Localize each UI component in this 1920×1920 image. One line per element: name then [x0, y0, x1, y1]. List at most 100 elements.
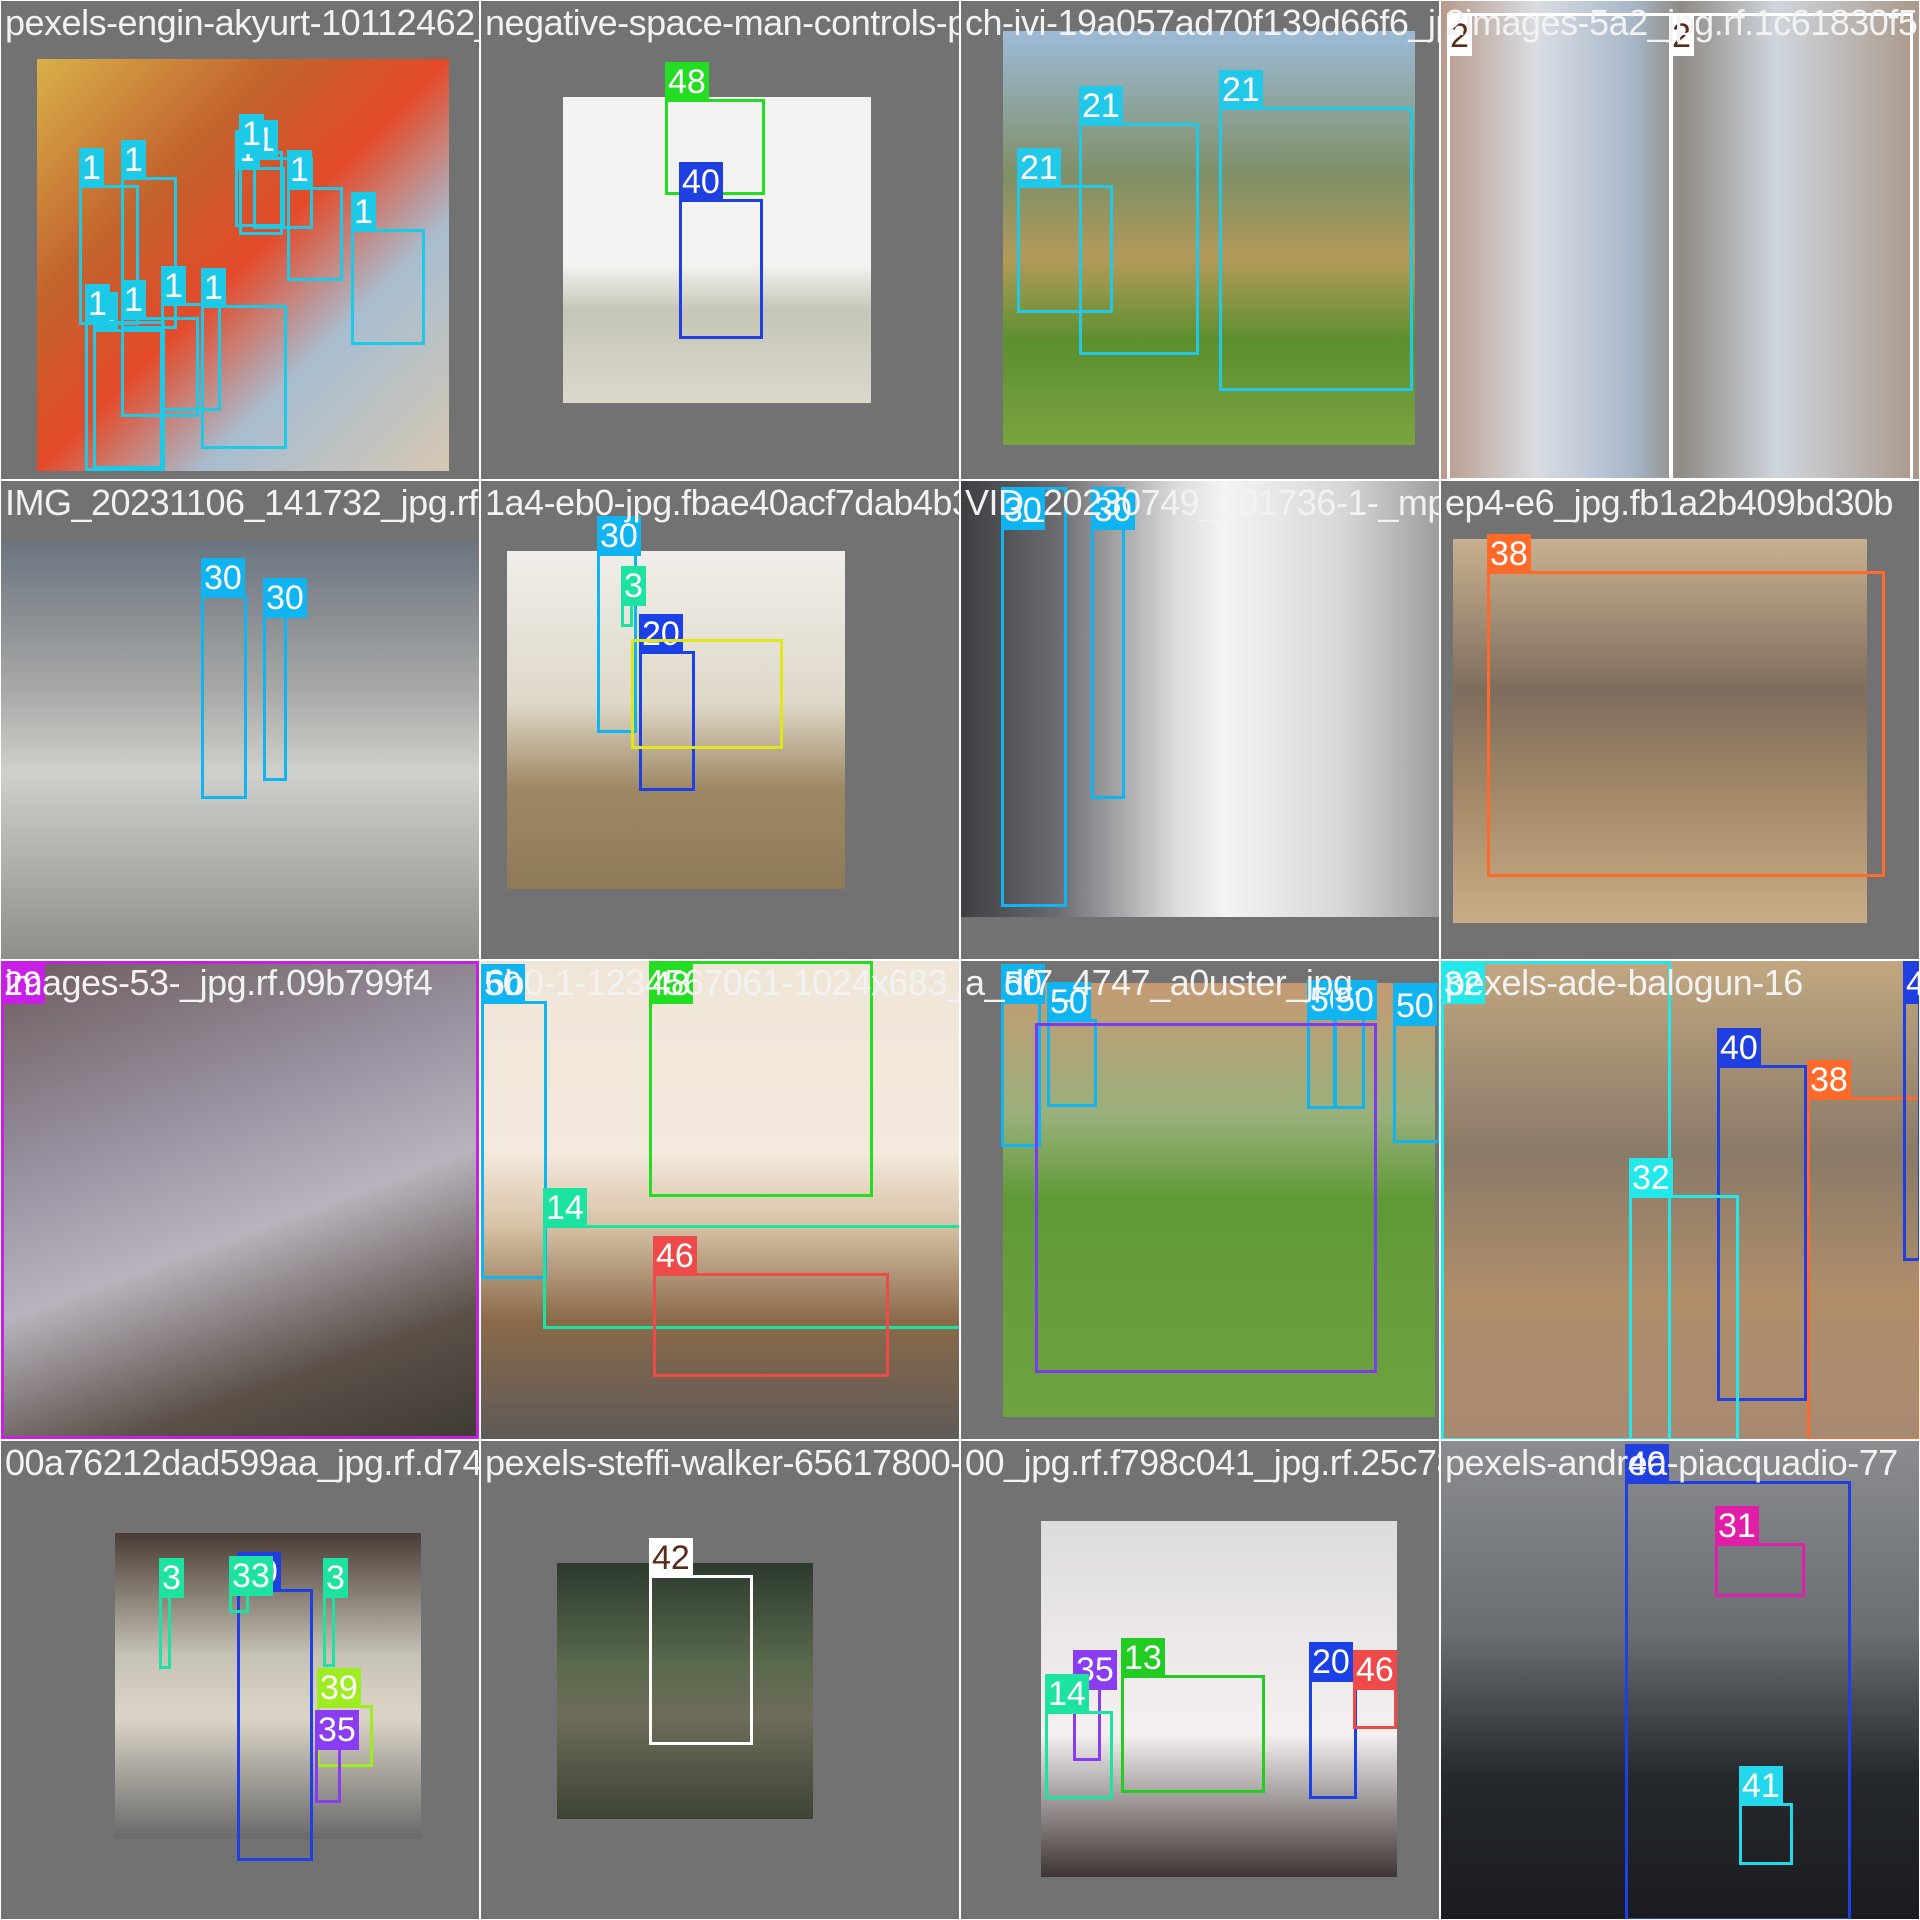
mosaic-tile: 00_jpg.rf.f798c041_jpg.rf.25c78678426535… [961, 1441, 1439, 1919]
bounding-box: 33 [229, 1556, 273, 1613]
mosaic-tile: pexels-engin-akyurt-10112462_jpg.rf.33a2… [1, 1, 479, 479]
box-class-label: 50 [1393, 986, 1437, 1026]
bounding-box: 41 [1739, 1766, 1793, 1865]
tile-filename: VID_20230749_101736-1-_mp4-186 [965, 482, 1439, 523]
box-class-label: 3 [621, 566, 646, 606]
box-class-label: 41 [1739, 1766, 1783, 1806]
box-class-label: 30 [201, 558, 245, 598]
bounding-box: 3 [159, 1558, 184, 1669]
tile-filename: 6b0-1-1234567061-1024x683_ [485, 962, 959, 1003]
bounding-box: 21 [1079, 86, 1199, 355]
box-class-label: 33 [229, 1556, 273, 1596]
box-class-label: 42 [649, 1538, 693, 1578]
box-class-label: 21 [1079, 86, 1123, 126]
bounding-box: 14 [1045, 1674, 1113, 1799]
bounding-box: 42 [649, 1538, 753, 1745]
mosaic-tile: ch-ivi-19a057ad70f139d66f6_jpg.rf.f4 21 21… [961, 1, 1439, 479]
bounding-box: 3 [323, 1558, 348, 1667]
mosaic-tile: 1a4-eb0-jpg.fbae40acf7dab4b3d3 30 3 20 [481, 481, 959, 959]
bounding-box: 30 [263, 578, 307, 781]
bounding-box: 46 [1353, 1650, 1397, 1729]
bounding-box [1035, 1023, 1377, 1373]
tile-filename: negative-space-man-controls-playing-ga [485, 2, 959, 43]
bounding-box: 38 [1487, 534, 1885, 877]
mosaic-tile: ep4-e6_jpg.fb1a2b409bd30b 38 [1441, 481, 1919, 959]
mosaic-tile: 2images-5a2_jpg.rf.1c61830f5 2 2 [1441, 1, 1919, 479]
tile-filename: ep4-e6_jpg.fb1a2b409bd30b [1445, 482, 1893, 523]
tile-filename: pexels-ade-balogun-16 [1445, 962, 1803, 1003]
box-class-label: 1 [287, 150, 312, 190]
tile-filename: 00_jpg.rf.f798c041_jpg.rf.25c786784265 [965, 1442, 1439, 1483]
mosaic-tile: 00a76212dad599aa_jpg.rf.d74e8a63effc4ad8… [1, 1441, 479, 1919]
tile-filename: 00a76212dad599aa_jpg.rf.d74e8a63effc4ad8 [5, 1442, 479, 1483]
mosaic-tile: negative-space-man-controls-playing-ga 48… [481, 1, 959, 479]
bounding-box: 1 [201, 268, 287, 449]
box-class-label: 3 [159, 1558, 184, 1598]
box-class-label: 38 [1487, 534, 1531, 574]
bounding-box: 40 [679, 162, 763, 339]
bounding-box: 30 [1001, 487, 1067, 907]
tile-filename: pexels-steffi-walker-65617800-jpg.rf.3f0… [485, 1442, 959, 1483]
bounding-box: 13 [1121, 1638, 1265, 1793]
box-class-label: 13 [1121, 1638, 1165, 1678]
tile-filename: ch-ivi-19a057ad70f139d66f6_jpg.rf.f4 [965, 2, 1439, 43]
box-class-label: 20 [1309, 1642, 1353, 1682]
box-class-label: 38 [1807, 1060, 1851, 1100]
bounding-box: 32 [1629, 1158, 1739, 1439]
bounding-box: 29 [1, 961, 479, 1439]
mosaic-tile: pexels-steffi-walker-65617800-jpg.rf.3f0… [481, 1441, 959, 1919]
box-class-label: 3 [323, 1558, 348, 1598]
mosaic-tile: VID_20230749_101736-1-_mp4-1863030 [961, 481, 1439, 959]
box-class-label: 14 [543, 1188, 587, 1228]
bounding-box: 21 [1219, 70, 1413, 391]
mosaic-tile: 6b0-1-1234567061-1024x683_ 50 48 14 46 [481, 961, 959, 1439]
bounding-box: 2 [1669, 13, 1913, 479]
bounding-box: 1 [239, 114, 283, 235]
tile-filename: IMG_20231106_141732_jpg.rf.0344b6d1e [5, 482, 479, 523]
box-class-label: 46 [653, 1236, 697, 1276]
bounding-box: 30 [1091, 487, 1135, 799]
box-class-label: 1 [239, 114, 264, 154]
tile-filename: 1a4-eb0-jpg.fbae40acf7dab4b3d3 [485, 482, 959, 523]
box-class-label: 1 [121, 140, 146, 180]
box-class-label: 1 [201, 268, 226, 308]
mosaic-grid: pexels-engin-akyurt-10112462_jpg.rf.33a2… [0, 0, 1920, 1920]
bounding-box: 30 [201, 558, 247, 799]
box-class-label: 1 [351, 192, 376, 232]
bounding-box: 40 [237, 1552, 313, 1861]
tile-filename: 2images-5a2_jpg.rf.1c61830f5 [1445, 2, 1918, 43]
box-class-label: 21 [1017, 148, 1061, 188]
box-class-label: 40 [1717, 1028, 1761, 1068]
bounding-box: 3 [621, 566, 646, 627]
bounding-box: 40 [1903, 961, 1919, 1261]
box-class-label: 14 [1045, 1674, 1089, 1714]
mosaic-tile: a_df7_4747_a0uster_jpg. 50 50 50 50 50 [961, 961, 1439, 1439]
bounding-box: 20 [1309, 1642, 1357, 1799]
mosaic-tile: pexels-ade-balogun-163240384032 [1441, 961, 1919, 1439]
tile-filename: pexels-engin-akyurt-10112462_jpg.rf.33a2 [5, 2, 479, 43]
tile-filename: images-53-_jpg.rf.09b799f4 [5, 962, 433, 1003]
box-class-label: 46 [1353, 1650, 1397, 1690]
bounding-box: 2 [1447, 13, 1673, 479]
box-class-label: 30 [263, 578, 307, 618]
box-class-label: 35 [315, 1710, 359, 1750]
box-class-label: 21 [1219, 70, 1263, 110]
bounding-box: 1 [351, 192, 425, 345]
box-class-label: 1 [161, 266, 186, 306]
bounding-box: 50 [481, 964, 547, 1279]
bounding-box: 46 [653, 1236, 889, 1377]
tile-filename: a_df7_4747_a0uster_jpg. [965, 962, 1362, 1003]
mosaic-tile: images-53-_jpg.rf.09b799f4 29 [1, 961, 479, 1439]
box-class-label: 32 [1629, 1158, 1673, 1198]
bounding-box [631, 639, 783, 749]
mosaic-tile: pexels-andrea-piacquadio-77 40 31 41 [1441, 1441, 1919, 1919]
bounding-box: 31 [1715, 1506, 1805, 1597]
box-class-label: 1 [79, 148, 104, 188]
box-class-label: 1 [85, 284, 110, 324]
box-class-label: 1 [121, 280, 146, 320]
bounding-box: 50 [1393, 983, 1439, 1143]
bounding-box: 1 [287, 150, 343, 281]
tile-filename: pexels-andrea-piacquadio-77 [1445, 1442, 1898, 1483]
box-class-label: 40 [679, 162, 723, 202]
box-class-label: 39 [317, 1668, 361, 1708]
